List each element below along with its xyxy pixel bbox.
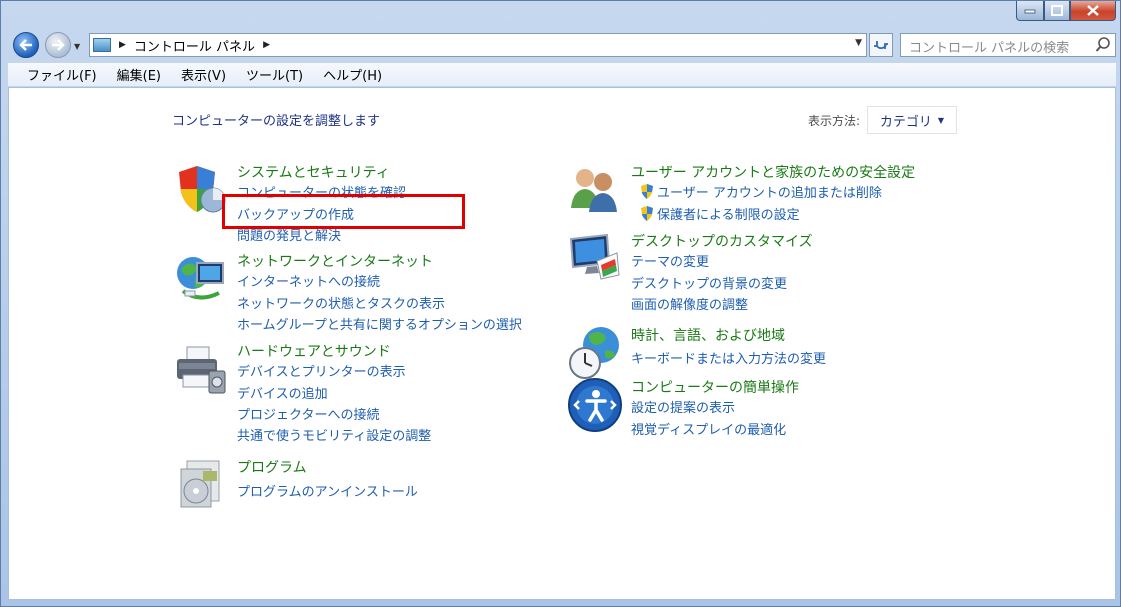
forward-arrow-icon [52, 39, 65, 51]
category-heading-clock-language-region[interactable]: 時計、言語、および地域 [631, 325, 785, 345]
address-bar[interactable]: ▶ コントロール パネル ▶ ▼ [89, 33, 867, 57]
view-by-dropdown[interactable]: カテゴリ ▼ [867, 106, 957, 134]
content-pane: コンピューターの設定を調整します 表示方法: カテゴリ ▼ システムとセキュリテ… [8, 87, 1116, 600]
link-optimize-display[interactable]: 視覚ディスプレイの最適化 [631, 419, 786, 438]
highlight-box [222, 194, 465, 229]
caption-buttons [1016, 1, 1116, 21]
search-icon[interactable] [1095, 36, 1111, 54]
printer-icon[interactable] [173, 341, 229, 397]
breadcrumb-separator-icon[interactable]: ▶ [119, 40, 126, 50]
back-arrow-icon [19, 39, 32, 51]
desktop-monitor-icon[interactable] [567, 231, 623, 287]
menu-bar: ファイル(F) 編集(E) 表示(V) ツール(T) ヘルプ(H) [8, 62, 1116, 86]
view-by-value: カテゴリ [879, 114, 932, 130]
breadcrumb-control-panel[interactable]: コントロール パネル [134, 36, 255, 55]
maximize-icon [1051, 5, 1063, 16]
menu-tools[interactable]: ツール(T) [232, 65, 309, 84]
link-add-remove-accounts[interactable]: ユーザー アカウントの追加または削除 [640, 182, 882, 201]
link-change-theme[interactable]: テーマの変更 [631, 251, 709, 270]
link-change-desktop-background[interactable]: デスクトップの背景の変更 [631, 273, 787, 292]
link-add-device[interactable]: デバイスの追加 [237, 383, 328, 402]
menu-edit[interactable]: 編集(E) [103, 65, 167, 84]
link-suggested-settings[interactable]: 設定の提案の表示 [631, 397, 735, 416]
navigation-bar: ▼ ▶ コントロール パネル ▶ ▼ コントロール パネルの検索 [1, 29, 1120, 61]
link-parental-controls[interactable]: 保護者による制限の設定 [640, 204, 800, 223]
category-heading-user-accounts[interactable]: ユーザー アカウントと家族のための安全設定 [631, 162, 915, 182]
menu-view[interactable]: 表示(V) [167, 65, 232, 84]
minimize-button[interactable] [1016, 1, 1044, 21]
view-by-label: 表示方法: [808, 114, 861, 128]
category-heading-ease-of-access[interactable]: コンピューターの簡単操作 [631, 377, 799, 397]
minimize-icon [1024, 9, 1036, 13]
link-view-network-status[interactable]: ネットワークの状態とタスクの表示 [237, 293, 445, 312]
chevron-down-icon: ▼ [937, 115, 945, 125]
back-button[interactable] [13, 32, 39, 58]
search-placeholder: コントロール パネルの検索 [909, 41, 1070, 56]
link-connect-projector[interactable]: プロジェクターへの接続 [237, 404, 379, 423]
close-button[interactable] [1070, 1, 1116, 21]
link-mobility-settings[interactable]: 共通で使うモビリティ設定の調整 [237, 425, 431, 444]
programs-disc-icon[interactable] [173, 457, 229, 513]
menu-help[interactable]: ヘルプ(H) [309, 65, 388, 84]
link-change-keyboard[interactable]: キーボードまたは入力方法の変更 [631, 348, 826, 367]
shield-pie-icon[interactable] [173, 162, 229, 218]
category-heading-hardware-sound[interactable]: ハードウェアとサウンド [237, 341, 391, 361]
close-icon [1087, 5, 1099, 16]
breadcrumb-chevron-icon[interactable]: ▶ [263, 40, 270, 50]
forward-button[interactable] [45, 32, 71, 58]
link-connect-internet[interactable]: インターネットへの接続 [237, 271, 380, 290]
category-heading-programs[interactable]: プログラム [237, 457, 307, 477]
ease-of-access-icon[interactable] [567, 377, 623, 433]
link-homegroup-sharing[interactable]: ホームグループと共有に関するオプションの選択 [237, 314, 522, 333]
recent-pages-dropdown-icon[interactable]: ▼ [74, 42, 80, 51]
link-uninstall-program[interactable]: プログラムのアンインストール [237, 481, 418, 500]
search-box[interactable]: コントロール パネルの検索 [900, 33, 1116, 57]
menu-file[interactable]: ファイル(F) [8, 65, 103, 84]
address-dropdown-icon[interactable]: ▼ [855, 38, 862, 48]
category-heading-system-security[interactable]: システムとセキュリティ [237, 162, 390, 182]
title-bar [1, 1, 1120, 27]
link-add-remove-accounts-label: ユーザー アカウントの追加または削除 [657, 186, 882, 201]
clock-globe-icon[interactable] [567, 325, 623, 381]
refresh-icon [874, 41, 888, 49]
uac-shield-icon [641, 206, 653, 221]
users-icon[interactable] [567, 162, 623, 218]
page-title: コンピューターの設定を調整します [172, 114, 381, 129]
link-parental-controls-label: 保護者による制限の設定 [657, 208, 800, 223]
link-devices-printers[interactable]: デバイスとプリンターの表示 [237, 361, 406, 380]
globe-network-icon[interactable] [173, 251, 229, 307]
uac-shield-icon [641, 184, 653, 199]
control-panel-window: ▼ ▶ コントロール パネル ▶ ▼ コントロール パネルの検索 ファイル(F)… [0, 0, 1121, 607]
category-heading-appearance[interactable]: デスクトップのカスタマイズ [631, 231, 813, 251]
category-heading-network-internet[interactable]: ネットワークとインターネット [237, 251, 433, 271]
maximize-button[interactable] [1044, 1, 1070, 21]
link-adjust-resolution[interactable]: 画面の解像度の調整 [631, 294, 748, 313]
refresh-button[interactable] [869, 33, 893, 57]
control-panel-icon [93, 38, 111, 52]
